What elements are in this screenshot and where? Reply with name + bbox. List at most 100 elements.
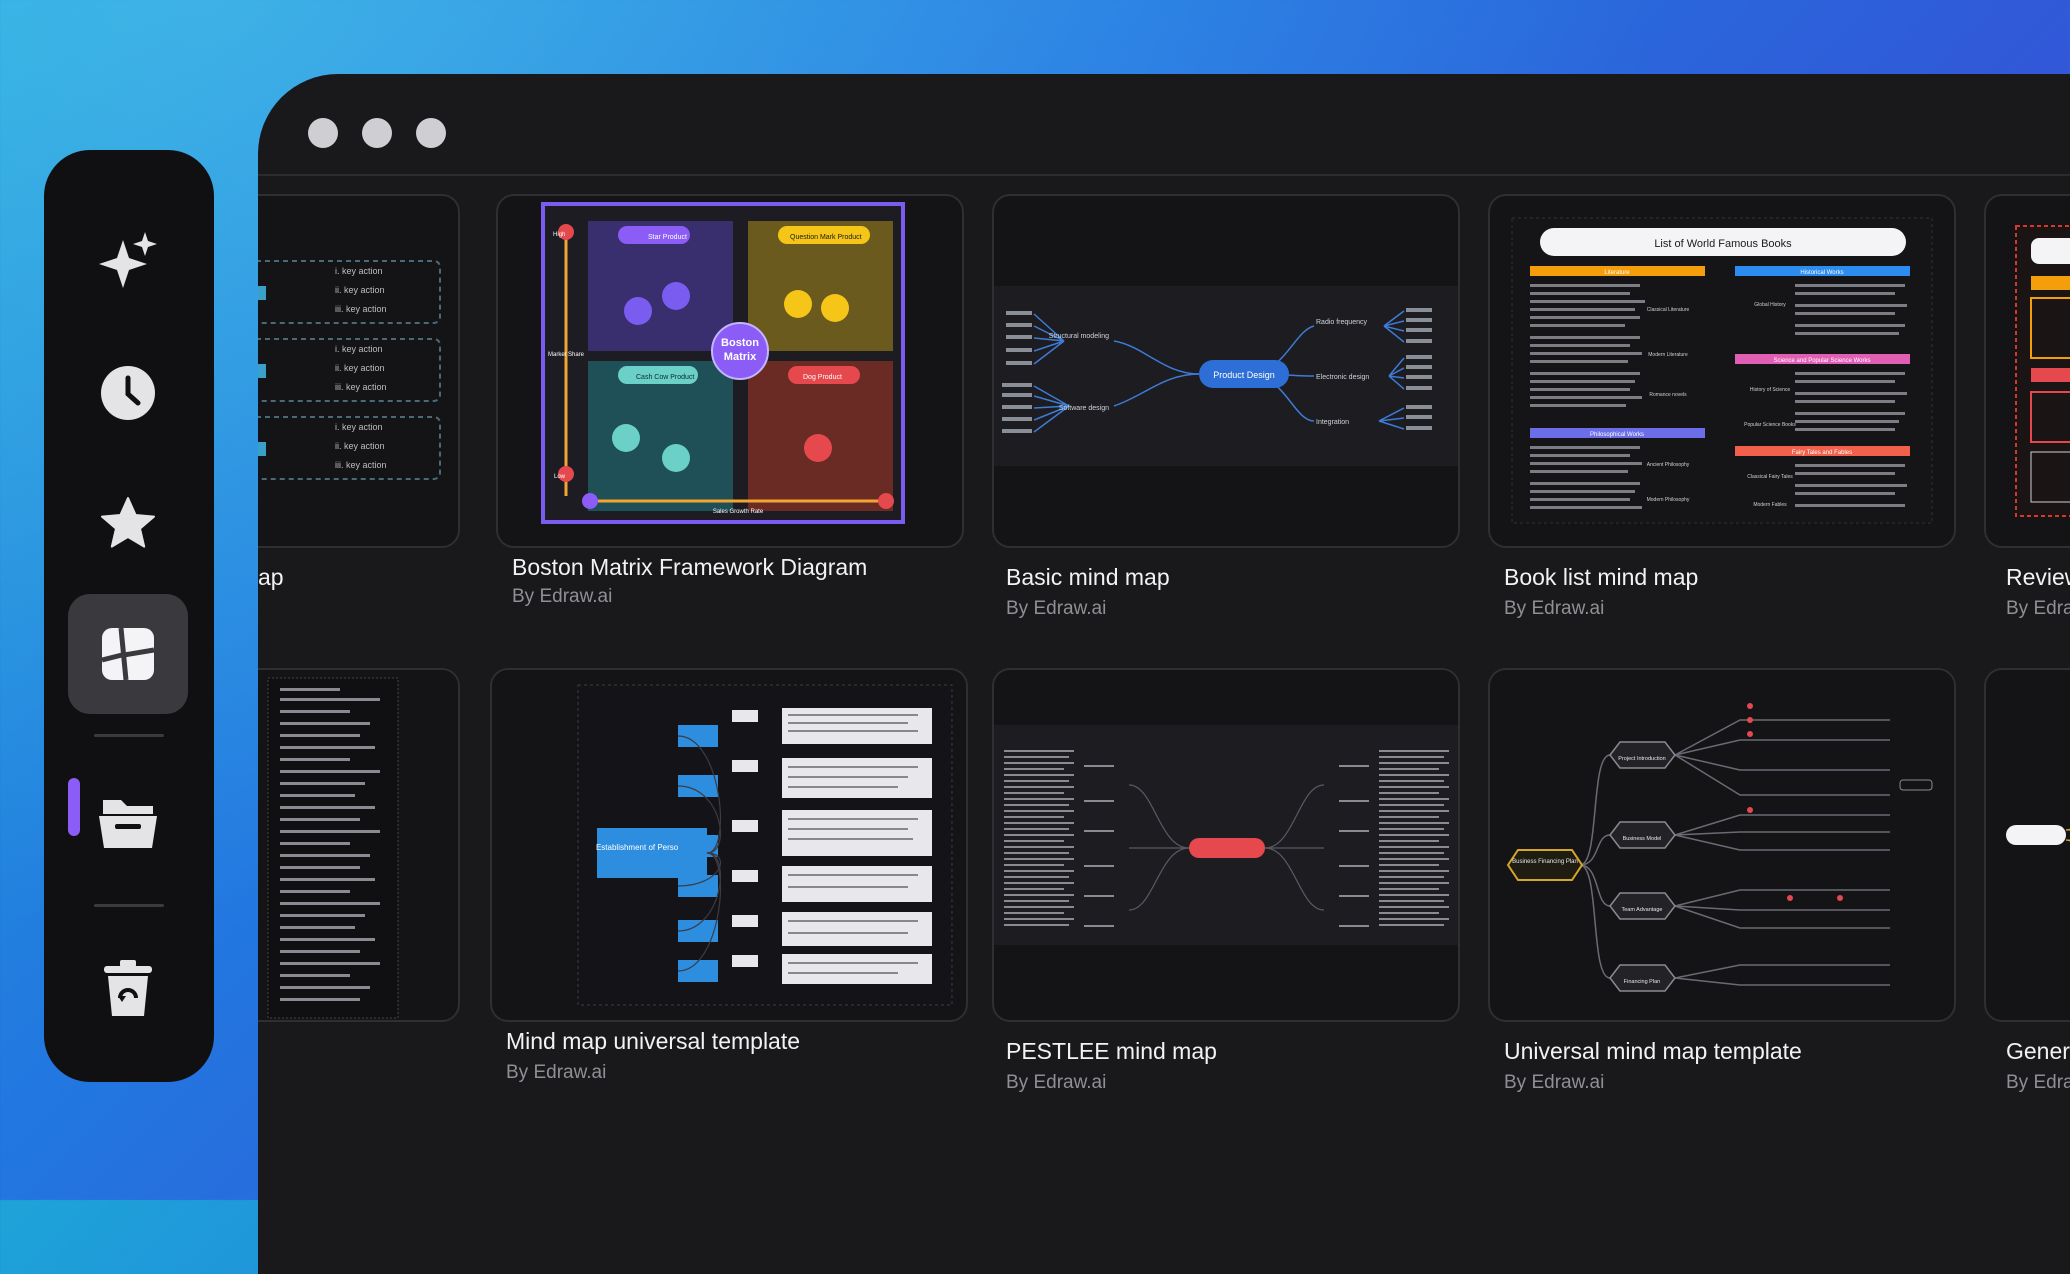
book-mid-label: Classical Fairy Tales bbox=[1747, 474, 1793, 480]
template-title[interactable]: Boston Matrix Framework Diagram bbox=[512, 554, 867, 581]
templates-icon bbox=[101, 627, 155, 681]
book-mid-label: Modern Literature bbox=[1648, 352, 1688, 358]
sidebar-item-templates[interactable] bbox=[68, 594, 188, 714]
sidebar-item-files[interactable] bbox=[68, 762, 188, 882]
toolbar-divider bbox=[258, 174, 2070, 176]
book-section-label: Philosophical Works bbox=[1590, 432, 1644, 438]
sidebar bbox=[44, 150, 214, 1082]
key-action-text: ii. key action bbox=[335, 285, 385, 295]
template-card-thumbnail[interactable]: i. key action ii. key action iii. key ac… bbox=[258, 194, 460, 548]
book-mid-label: Romance novels bbox=[1649, 392, 1687, 398]
boston-axis-x: Sales Growth Rate bbox=[713, 509, 764, 515]
template-title[interactable]: Mind map universal template bbox=[506, 1028, 800, 1055]
thumbnail-basic-mind-map: Product Design Structural modeling Softw… bbox=[994, 286, 1458, 466]
book-section-label: Historical Works bbox=[1800, 270, 1843, 276]
business-center-node: Business Financing Plan bbox=[1512, 859, 1578, 865]
thumbnail-review bbox=[2015, 225, 2070, 517]
template-card-thumbnail[interactable]: Product Design Structural modeling Softw… bbox=[992, 194, 1460, 548]
book-mid-label: Modern Philosophy bbox=[1647, 497, 1690, 503]
template-card-thumbnail[interactable] bbox=[1984, 668, 2070, 1022]
trash-icon bbox=[104, 960, 152, 1016]
book-section-label: Literature bbox=[1604, 270, 1630, 276]
window-dot-minimize[interactable] bbox=[362, 118, 392, 148]
basic-branch-label: Integration bbox=[1316, 419, 1349, 426]
template-title[interactable]: PESTLEE mind map bbox=[1006, 1038, 1217, 1065]
thumbnail-boston-matrix: Star Product Question Mark Product Cash … bbox=[541, 202, 905, 524]
template-card-thumbnail[interactable]: Business Financing Plan Project Introduc… bbox=[1488, 668, 1956, 1022]
key-action-text: iii. key action bbox=[335, 460, 387, 470]
thumbnail-outline bbox=[267, 677, 399, 1019]
sidebar-divider bbox=[94, 904, 164, 907]
key-action-text: iii. key action bbox=[335, 382, 387, 392]
boston-center-label: Boston bbox=[721, 337, 759, 349]
key-action-text: ii. key action bbox=[335, 363, 385, 373]
quadrant-star-label: Star Product bbox=[648, 234, 687, 241]
template-author: By Edra bbox=[2006, 1072, 2070, 1093]
template-title[interactable]: ap bbox=[258, 564, 284, 591]
thumbnail-universal-template: Establishment of Personal SOP bbox=[577, 684, 953, 1006]
template-title[interactable]: Genera bbox=[2006, 1038, 2070, 1065]
template-card-thumbnail[interactable] bbox=[992, 668, 1460, 1022]
key-action-text: i. key action bbox=[335, 344, 383, 354]
quadrant-dog-label: Dog Product bbox=[803, 374, 842, 381]
key-action-text: ii. key action bbox=[335, 441, 385, 451]
template-author: By Edraw.ai bbox=[506, 1062, 607, 1083]
book-mid-label: Ancient Philosophy bbox=[1647, 462, 1690, 468]
template-title[interactable]: Universal mind map template bbox=[1504, 1038, 1802, 1065]
template-title[interactable]: Review bbox=[2006, 564, 2070, 591]
book-mid-label: Classical Literature bbox=[1647, 307, 1690, 313]
book-mid-label: Modern Fables bbox=[1753, 502, 1787, 508]
book-mid-label: History of Science bbox=[1750, 387, 1791, 393]
template-card-thumbnail[interactable]: List of World Famous Books Literature Hi… bbox=[1488, 194, 1956, 548]
sidebar-item-ai[interactable] bbox=[68, 205, 188, 325]
template-title[interactable]: Book list mind map bbox=[1504, 564, 1698, 591]
template-author: By Edraw.ai bbox=[1006, 1072, 1107, 1093]
thumbnail-book-list: List of World Famous Books Literature Hi… bbox=[1511, 217, 1933, 524]
basic-branch-label: Software design bbox=[1059, 405, 1109, 412]
boston-low-label: Low bbox=[554, 474, 566, 480]
template-author: By Edraw.ai bbox=[1006, 598, 1107, 619]
template-author: By Edraw.ai bbox=[512, 586, 613, 607]
business-node-label: Financing Plan bbox=[1624, 979, 1660, 985]
template-card-thumbnail[interactable]: Establishment of Personal SOP bbox=[490, 668, 968, 1022]
basic-branch-label: Electronic design bbox=[1316, 374, 1369, 381]
sidebar-item-favorites[interactable] bbox=[68, 464, 188, 584]
template-card-thumbnail[interactable] bbox=[1984, 194, 2070, 548]
quadrant-cash-label: Cash Cow Product bbox=[636, 374, 694, 381]
clock-icon bbox=[101, 366, 155, 420]
quadrant-question-label: Question Mark Product bbox=[790, 234, 862, 241]
book-mid-label: Global History bbox=[1754, 302, 1786, 308]
thumbnail-business-plan: Business Financing Plan Project Introduc… bbox=[1506, 703, 1933, 992]
template-author: By Edraw.ai bbox=[1504, 598, 1605, 619]
template-author: By Edra bbox=[2006, 598, 2070, 619]
book-section-label: Science and Popular Science Works bbox=[1774, 358, 1871, 364]
business-node-label: Team Advantage bbox=[1622, 907, 1663, 913]
key-action-text: i. key action bbox=[335, 266, 383, 276]
book-mid-label: Popular Science Books bbox=[1744, 422, 1796, 428]
business-node-label: Project Introduction bbox=[1618, 756, 1665, 762]
star-icon bbox=[101, 497, 155, 548]
template-card-thumbnail[interactable]: Star Product Question Mark Product Cash … bbox=[496, 194, 964, 548]
boston-high-label: High bbox=[553, 232, 565, 238]
template-card-thumbnail[interactable] bbox=[258, 668, 460, 1022]
sidebar-divider bbox=[94, 734, 164, 737]
main-window: i. key action ii. key action iii. key ac… bbox=[258, 74, 2070, 1274]
book-section-label: Fairy Tales and Fables bbox=[1792, 450, 1852, 456]
window-dot-close[interactable] bbox=[308, 118, 338, 148]
key-action-text: i. key action bbox=[335, 422, 383, 432]
thumbnail-general bbox=[2006, 825, 2070, 845]
sidebar-item-trash[interactable] bbox=[68, 928, 188, 1048]
window-controls bbox=[308, 118, 446, 148]
basic-center-node: Product Design bbox=[1213, 370, 1275, 380]
book-title: List of World Famous Books bbox=[1654, 238, 1792, 250]
template-title[interactable]: Basic mind map bbox=[1006, 564, 1170, 591]
basic-branch-label: Structural modeling bbox=[1049, 333, 1109, 340]
thumbnail-key-actions: i. key action ii. key action iii. key ac… bbox=[258, 260, 441, 480]
template-author: By Edraw.ai bbox=[1504, 1072, 1605, 1093]
folder-icon bbox=[99, 800, 157, 848]
boston-center-label: Matrix bbox=[724, 351, 757, 363]
business-node-label: Business Model bbox=[1623, 836, 1662, 842]
window-dot-maximize[interactable] bbox=[416, 118, 446, 148]
sidebar-item-recent[interactable] bbox=[68, 333, 188, 453]
basic-branch-label: Radio frequency bbox=[1316, 319, 1367, 326]
